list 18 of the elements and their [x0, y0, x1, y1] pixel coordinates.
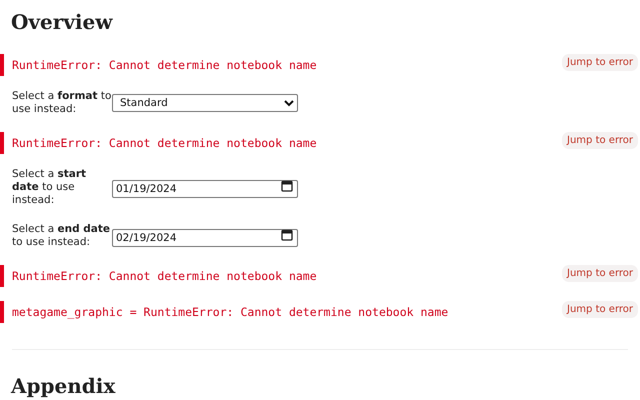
error-message: RuntimeError: Cannot determine notebook name [12, 58, 317, 72]
section-heading: Appendix [11, 373, 116, 400]
jump-to-error-button[interactable]: Jump to error [562, 301, 638, 318]
date-field[interactable]: 02/19/2024 [112, 228, 298, 246]
field-label: Select a start date to use instead: [12, 168, 88, 207]
error-message: RuntimeError: Cannot determine notebook name [12, 136, 317, 150]
error-message: RuntimeError: Cannot determine notebook name [12, 269, 317, 283]
calendar-icon[interactable] [281, 228, 293, 240]
jump-to-error-button[interactable]: Jump to error [562, 265, 638, 282]
jump-to-error-button[interactable]: Jump to error [562, 132, 638, 149]
field-label: Select a end date to use instead: [12, 223, 112, 249]
jump-to-error-button[interactable]: Jump to error [562, 54, 638, 71]
error-message: metagame_graphic = RuntimeError: Cannot determine notebook name [12, 305, 448, 319]
calendar-icon[interactable] [281, 180, 293, 192]
field-label: Select a format to use instead: [12, 90, 112, 116]
section-heading: Overview [11, 9, 114, 36]
format-select[interactable]: Standard [112, 94, 298, 112]
date-field[interactable]: 01/19/2024 [112, 180, 298, 198]
